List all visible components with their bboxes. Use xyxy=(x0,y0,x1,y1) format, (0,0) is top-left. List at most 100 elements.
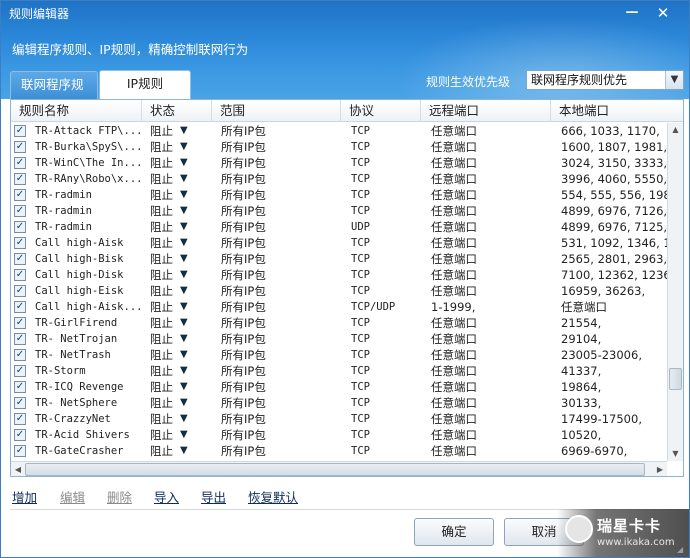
table-row[interactable]: ✓ TR-Attack FTP\... 阻止 ▼ 所有IP包 TCP 任意端口 666, 10… xyxy=(11,123,666,139)
tab-ip-rules[interactable]: IP规则 xyxy=(99,70,191,99)
rule-status[interactable]: 阻止 ▼ xyxy=(150,443,212,459)
check-icon[interactable]: ✓ xyxy=(14,397,26,409)
triangle-down-icon[interactable]: ▼ xyxy=(180,443,188,459)
scroll-up-icon[interactable]: ▲ xyxy=(668,123,683,137)
table-row[interactable]: ✓ TR-GirlFirend 阻止 ▼ 所有IP包 TCP 任意端口 21554, xyxy=(11,315,666,331)
rule-status[interactable]: 阻止 ▼ xyxy=(150,139,212,155)
rule-status[interactable]: 阻止 ▼ xyxy=(150,219,212,235)
table-row[interactable]: ✓ TR-CrazzyNet 阻止 ▼ 所有IP包 TCP 任意端口 17499-17500, xyxy=(11,411,666,427)
triangle-down-icon[interactable]: ▼ xyxy=(180,203,188,219)
check-icon[interactable]: ✓ xyxy=(14,157,26,169)
triangle-down-icon[interactable]: ▼ xyxy=(180,331,188,347)
check-icon[interactable]: ✓ xyxy=(14,381,26,393)
check-icon[interactable]: ✓ xyxy=(14,349,26,361)
check-icon[interactable]: ✓ xyxy=(14,205,26,217)
column-header-name[interactable]: 规则名称 xyxy=(11,100,142,122)
triangle-down-icon[interactable]: ▼ xyxy=(180,363,188,379)
check-icon[interactable]: ✓ xyxy=(14,429,26,441)
rule-status[interactable]: 阻止 ▼ xyxy=(150,411,212,427)
triangle-down-icon[interactable]: ▼ xyxy=(180,139,188,155)
triangle-down-icon[interactable]: ▼ xyxy=(180,251,188,267)
rule-status[interactable]: 阻止 ▼ xyxy=(150,347,212,363)
table-row[interactable]: ✓ TR- NetTrash 阻止 ▼ 所有IP包 TCP 任意端口 23005-23006, xyxy=(11,347,666,363)
edit-link[interactable]: 编辑 xyxy=(60,487,85,506)
check-icon[interactable]: ✓ xyxy=(14,125,26,137)
check-icon[interactable]: ✓ xyxy=(14,269,26,281)
horizontal-scrollbar[interactable]: ◀ ▶ xyxy=(11,461,667,476)
check-icon[interactable]: ✓ xyxy=(14,173,26,185)
table-row[interactable]: ✓ TR- NetSphere 阻止 ▼ 所有IP包 TCP 任意端口 30133, xyxy=(11,395,666,411)
chevron-down-icon[interactable]: ▼ xyxy=(665,71,683,89)
triangle-down-icon[interactable]: ▼ xyxy=(180,123,188,139)
table-row[interactable]: ✓ TR-Storm 阻止 ▼ 所有IP包 TCP 任意端口 41337, xyxy=(11,363,666,379)
scroll-right-icon[interactable]: ▶ xyxy=(653,462,667,476)
scroll-left-icon[interactable]: ◀ xyxy=(11,462,25,476)
triangle-down-icon[interactable]: ▼ xyxy=(180,347,188,363)
check-icon[interactable]: ✓ xyxy=(14,285,26,297)
delete-link[interactable]: 删除 xyxy=(107,487,132,506)
rule-status[interactable]: 阻止 ▼ xyxy=(150,299,212,315)
horizontal-scroll-thumb[interactable] xyxy=(25,463,645,476)
rule-status[interactable]: 阻止 ▼ xyxy=(150,315,212,331)
table-row[interactable]: ✓ TR-radmin 阻止 ▼ 所有IP包 TCP 任意端口 4899, 6976, 712… xyxy=(11,203,673,219)
rule-status[interactable]: 阻止 ▼ xyxy=(150,267,212,283)
triangle-down-icon[interactable]: ▼ xyxy=(180,315,188,331)
column-header-protocol[interactable]: 协议 xyxy=(341,100,421,122)
triangle-down-icon[interactable]: ▼ xyxy=(180,187,188,203)
triangle-down-icon[interactable]: ▼ xyxy=(180,283,188,299)
rule-status[interactable]: 阻止 ▼ xyxy=(150,235,212,251)
rule-status[interactable]: 阻止 ▼ xyxy=(150,155,212,171)
table-row[interactable]: ✓ TR- NetTrojan 阻止 ▼ 所有IP包 TCP 任意端口 29104, xyxy=(11,331,666,347)
export-link[interactable]: 导出 xyxy=(201,487,226,506)
resize-grip-icon[interactable]: ◢ xyxy=(677,545,687,555)
rule-status[interactable]: 阻止 ▼ xyxy=(150,123,212,139)
import-link[interactable]: 导入 xyxy=(154,487,179,506)
column-header-remote-port[interactable]: 远程端口 xyxy=(421,100,551,122)
table-row[interactable]: ✓ TR-radmin 阻止 ▼ 所有IP包 TCP 任意端口 554, 555, 556, … xyxy=(11,187,673,203)
triangle-down-icon[interactable]: ▼ xyxy=(180,395,188,411)
add-link[interactable]: 增加 xyxy=(12,487,37,506)
rule-status[interactable]: 阻止 ▼ xyxy=(150,379,212,395)
table-row[interactable]: ✓ TR-GateCrasher 阻止 ▼ 所有IP包 TCP 任意端口 6969-6970, xyxy=(11,443,666,459)
triangle-down-icon[interactable]: ▼ xyxy=(180,219,188,235)
close-button[interactable]: ✕ xyxy=(652,4,674,22)
priority-select[interactable]: 联网程序规则优先 ▼ xyxy=(526,70,684,90)
table-row[interactable]: ✓ Call high-Disk 阻止 ▼ 所有IP包 TCP 任意端口 7100, 1236… xyxy=(11,267,673,283)
restore-default-link[interactable]: 恢复默认 xyxy=(248,487,298,506)
column-header-scope[interactable]: 范围 xyxy=(212,100,341,122)
triangle-down-icon[interactable]: ▼ xyxy=(180,379,188,395)
table-row[interactable]: ✓ Call high-Aisk 阻止 ▼ 所有IP包 TCP 任意端口 531, 1092,… xyxy=(11,235,673,251)
rule-status[interactable]: 阻止 ▼ xyxy=(150,171,212,187)
table-row[interactable]: ✓ TR-WinC\The In... 阻止 ▼ 所有IP包 TCP 任意端口 3024, 3… xyxy=(11,155,673,171)
triangle-down-icon[interactable]: ▼ xyxy=(180,411,188,427)
check-icon[interactable]: ✓ xyxy=(14,317,26,329)
triangle-down-icon[interactable]: ▼ xyxy=(180,171,188,187)
table-row[interactable]: ✓ Call high-Eisk 阻止 ▼ 所有IP包 TCP 任意端口 16959, 362… xyxy=(11,283,666,299)
ok-button[interactable]: 确定 xyxy=(414,518,494,546)
scroll-down-icon[interactable]: ▼ xyxy=(668,447,683,461)
check-icon[interactable]: ✓ xyxy=(14,301,26,313)
triangle-down-icon[interactable]: ▼ xyxy=(180,299,188,315)
vertical-scrollbar[interactable]: ▲ ▼ xyxy=(667,123,683,461)
check-icon[interactable]: ✓ xyxy=(14,365,26,377)
rule-status[interactable]: 阻止 ▼ xyxy=(150,251,212,267)
table-row[interactable]: ✓ TR-ICQ Revenge 阻止 ▼ 所有IP包 TCP 任意端口 19864, xyxy=(11,379,666,395)
table-row[interactable]: ✓ TR-Acid Shivers 阻止 ▼ 所有IP包 TCP 任意端口 10520, xyxy=(11,427,666,443)
table-row[interactable]: ✓ TR-radmin 阻止 ▼ 所有IP包 UDP 任意端口 4899, 6976, 712… xyxy=(11,219,667,235)
triangle-down-icon[interactable]: ▼ xyxy=(180,235,188,251)
triangle-down-icon[interactable]: ▼ xyxy=(180,427,188,443)
check-icon[interactable]: ✓ xyxy=(14,413,26,425)
table-row[interactable]: ✓ Call high-Aisk... 阻止 ▼ 所有IP包 TCP/UDP 1-1999,… xyxy=(11,299,666,315)
table-row[interactable]: ✓ TR-RAny\Robo\x... 阻止 ▼ 所有IP包 TCP 任意端口 3996, 4… xyxy=(11,171,673,187)
check-icon[interactable]: ✓ xyxy=(14,445,26,457)
check-icon[interactable]: ✓ xyxy=(14,189,26,201)
check-icon[interactable]: ✓ xyxy=(14,237,26,249)
triangle-down-icon[interactable]: ▼ xyxy=(180,267,188,283)
check-icon[interactable]: ✓ xyxy=(14,141,26,153)
vertical-scroll-thumb[interactable] xyxy=(669,368,682,390)
column-header-status[interactable]: 状态 xyxy=(142,100,212,122)
minimize-button[interactable]: — xyxy=(621,4,643,22)
tab-program-rules[interactable]: 联网程序规则 xyxy=(10,71,98,99)
rule-status[interactable]: 阻止 ▼ xyxy=(150,283,212,299)
rule-status[interactable]: 阻止 ▼ xyxy=(150,363,212,379)
